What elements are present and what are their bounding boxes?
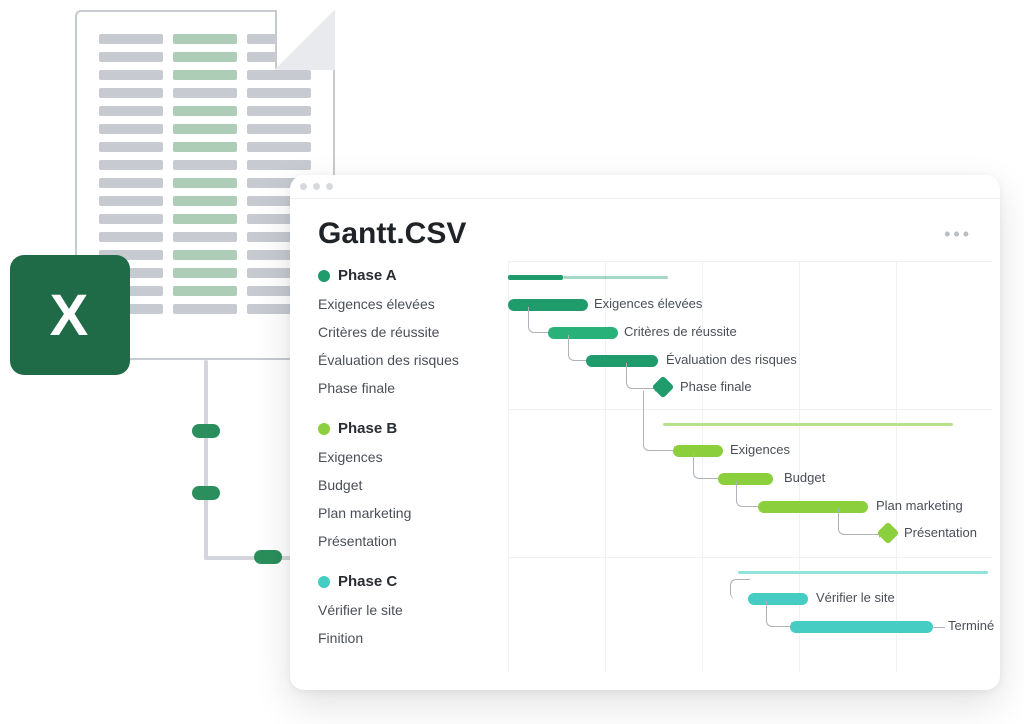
phase-header-a[interactable]: Phase A [318, 267, 508, 284]
phase-bullet-icon [318, 423, 330, 435]
task-item[interactable]: Plan marketing [318, 499, 508, 527]
window-dot-icon [300, 183, 307, 190]
gantt-bar-label: Budget [784, 470, 825, 485]
connector-node [254, 550, 282, 564]
task-item[interactable]: Budget [318, 471, 508, 499]
phase-header-c[interactable]: Phase C [318, 573, 508, 590]
phase-bullet-icon [318, 576, 330, 588]
connector-node [192, 424, 220, 438]
more-menu-button[interactable]: ••• [944, 224, 972, 245]
gantt-bar-label: Évaluation des risques [666, 352, 797, 367]
task-item[interactable]: Vérifier le site [318, 596, 508, 624]
window-traffic-lights [290, 175, 1000, 199]
connector-line [204, 360, 208, 560]
task-item[interactable]: Finition [318, 624, 508, 652]
document-title: Gantt.CSV [318, 217, 466, 251]
task-list: Phase A Exigences élevées Critères de ré… [318, 261, 508, 672]
page-fold-icon [275, 10, 335, 70]
gantt-chart[interactable]: Exigences élevées Critères de réussite É… [508, 261, 992, 672]
task-item[interactable]: Exigences élevées [318, 290, 508, 318]
gantt-bar-label: Phase finale [680, 379, 752, 394]
phase-summary-bar [563, 276, 668, 279]
gantt-bar-label: Exigences [730, 442, 790, 457]
task-item[interactable]: Présentation [318, 527, 508, 555]
gantt-bar-label: Critères de réussite [624, 324, 737, 339]
phase-summary-bar [663, 423, 953, 426]
phase-bullet-icon [318, 270, 330, 282]
gantt-bar-label: Présentation [904, 525, 977, 540]
phase-name: Phase B [338, 420, 397, 437]
gantt-bar-label: Plan marketing [876, 498, 963, 513]
task-item[interactable]: Évaluation des risques [318, 346, 508, 374]
phase-name: Phase A [338, 267, 397, 284]
chart-grid [508, 261, 992, 672]
excel-letter: X [50, 282, 91, 349]
window-dot-icon [326, 183, 333, 190]
connector-node [192, 486, 220, 500]
excel-app-icon: X [10, 255, 130, 375]
phase-header-b[interactable]: Phase B [318, 420, 508, 437]
phase-summary-bar [508, 275, 563, 280]
phase-name: Phase C [338, 573, 397, 590]
gantt-window: Gantt.CSV ••• Phase A Exigences élevées … [290, 175, 1000, 690]
gantt-bar-label: Exigences élevées [594, 296, 702, 311]
window-dot-icon [313, 183, 320, 190]
task-item[interactable]: Phase finale [318, 374, 508, 402]
gantt-bar-label: Terminé [948, 618, 994, 633]
phase-summary-bar [738, 571, 988, 574]
gantt-bar[interactable] [790, 621, 933, 633]
task-item[interactable]: Exigences [318, 443, 508, 471]
gantt-bar-label: Vérifier le site [816, 590, 895, 605]
connector-line [204, 556, 296, 560]
task-item[interactable]: Critères de réussite [318, 318, 508, 346]
